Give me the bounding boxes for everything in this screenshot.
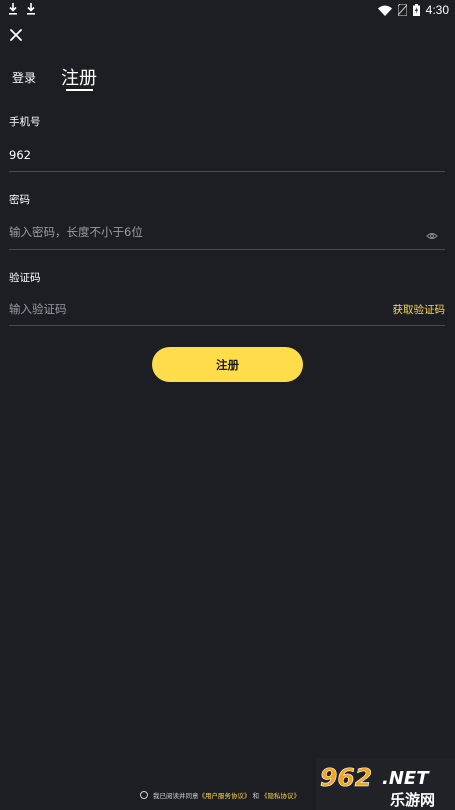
privacy-link[interactable]: 《隐私协议》 [261, 790, 300, 800]
status-bar: 4:30 [0, 0, 455, 22]
active-tab-indicator [66, 89, 93, 91]
download-icon [26, 3, 36, 15]
code-divider [9, 325, 445, 326]
agreement-prefix: 我已阅读并同意 [153, 792, 199, 800]
svg-text:乐游网: 乐游网 [390, 791, 435, 809]
status-bar-left [8, 3, 36, 15]
agreement-and: 和 [252, 792, 260, 800]
watermark-logo: 962 .NET 乐游网 [316, 758, 455, 810]
code-input[interactable] [9, 297, 369, 321]
status-time: 4:30 [425, 3, 449, 17]
svg-text:.NET: .NET [382, 768, 430, 789]
eye-icon[interactable] [426, 226, 438, 239]
status-bar-right: 4:30 [377, 3, 449, 17]
tab-login[interactable]: 登录 [12, 69, 36, 86]
agreement: 我已阅读并同意 《用户服务协议》 和 《隐私协议》 [140, 790, 300, 800]
password-label: 密码 [9, 194, 30, 206]
phone-label: 手机号 [9, 116, 41, 128]
register-screen: 4:30 登录 注册 手机号 密码 验证码 获取验证码 注册 我已阅读并同意 《… [0, 0, 455, 810]
tab-register[interactable]: 注册 [61, 64, 97, 90]
wifi-icon [377, 5, 392, 16]
get-code-button[interactable]: 获取验证码 [393, 302, 446, 317]
password-divider [9, 249, 445, 250]
battery-icon [412, 4, 420, 16]
code-label: 验证码 [9, 272, 41, 284]
phone-input[interactable] [9, 143, 445, 167]
phone-divider [9, 171, 445, 172]
register-button[interactable]: 注册 [152, 347, 303, 382]
no-sim-icon [397, 4, 407, 16]
download-icon [8, 3, 18, 15]
svg-text:962: 962 [320, 763, 372, 792]
user-agreement-link[interactable]: 《用户服务协议》 [199, 790, 251, 800]
close-button[interactable] [7, 26, 25, 44]
password-input[interactable] [9, 220, 419, 244]
agree-checkbox[interactable] [140, 791, 148, 799]
close-icon [10, 29, 22, 41]
